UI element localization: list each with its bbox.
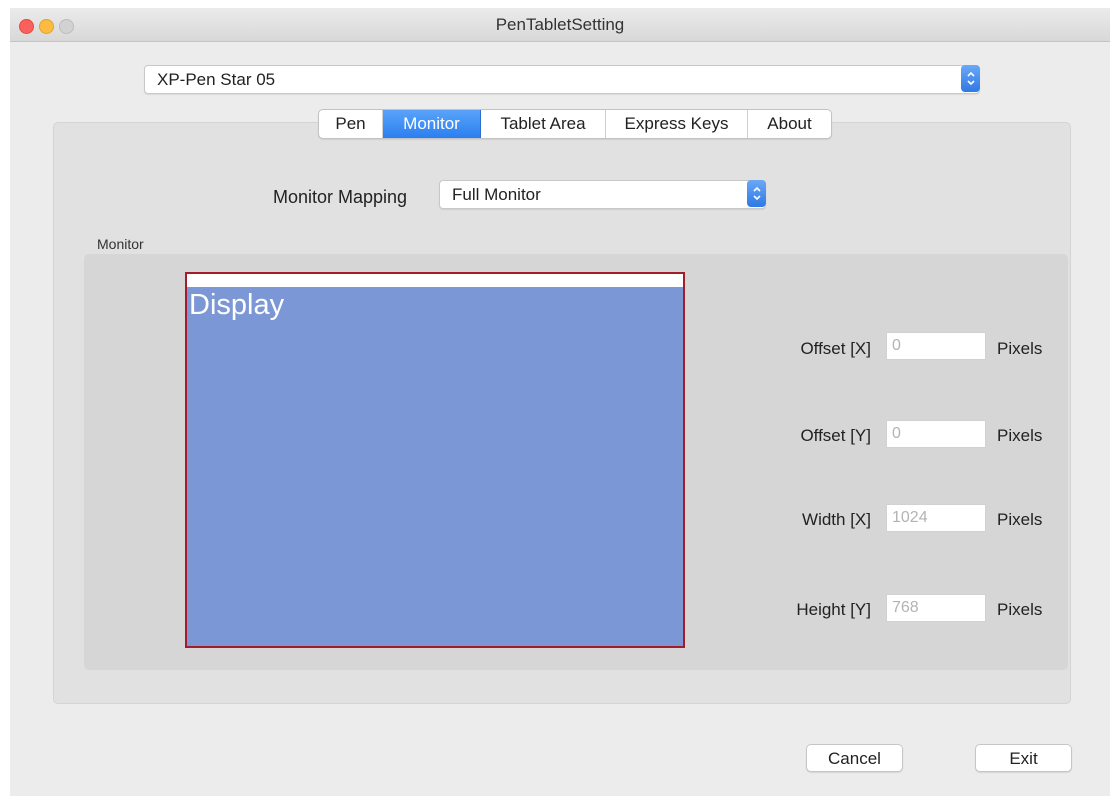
offset-x-unit: Pixels: [997, 339, 1043, 358]
exit-button[interactable]: Exit: [975, 744, 1072, 772]
title-bar: PenTabletSetting: [10, 8, 1110, 42]
width-x-unit: Pixels: [997, 510, 1043, 529]
display-preview-label: Display: [189, 289, 285, 321]
offset-y-label: Offset [Y]: [800, 426, 871, 445]
offset-y-input[interactable]: 0: [886, 420, 986, 448]
tab-tablet-area[interactable]: Tablet Area: [481, 110, 606, 138]
height-y-label: Height [Y]: [796, 600, 871, 619]
height-y-input[interactable]: 768: [886, 594, 986, 622]
offset-x-input[interactable]: 0: [886, 332, 986, 360]
cancel-button[interactable]: Cancel: [806, 744, 903, 772]
device-select-value: XP-Pen Star 05: [157, 70, 276, 89]
window-title: PenTabletSetting: [495, 15, 625, 34]
width-x-input[interactable]: 1024: [886, 504, 986, 532]
offset-y-unit: Pixels: [997, 426, 1043, 445]
device-select-stepper-icon[interactable]: [961, 65, 980, 92]
monitor-group-label: Monitor: [97, 236, 144, 252]
monitor-mapping-label: Monitor Mapping: [273, 187, 408, 207]
display-preview: Display: [185, 272, 685, 648]
app-window: PenTabletSetting XP-Pen Star 05 Pen Moni…: [10, 8, 1110, 796]
tab-bar: Pen Monitor Tablet Area Express Keys Abo…: [318, 109, 832, 139]
tab-pen[interactable]: Pen: [319, 110, 383, 138]
height-y-unit: Pixels: [997, 600, 1043, 619]
tab-express-keys[interactable]: Express Keys: [606, 110, 748, 138]
tab-monitor[interactable]: Monitor: [383, 110, 481, 138]
monitor-mapping-select[interactable]: Full Monitor: [439, 180, 766, 209]
tab-about[interactable]: About: [748, 110, 831, 138]
display-preview-top-strip: [187, 274, 683, 287]
device-select[interactable]: XP-Pen Star 05: [144, 65, 980, 94]
offset-x-label: Offset [X]: [800, 339, 871, 358]
width-x-label: Width [X]: [802, 510, 871, 529]
monitor-mapping-stepper-icon[interactable]: [747, 180, 766, 207]
monitor-mapping-value: Full Monitor: [452, 185, 541, 204]
